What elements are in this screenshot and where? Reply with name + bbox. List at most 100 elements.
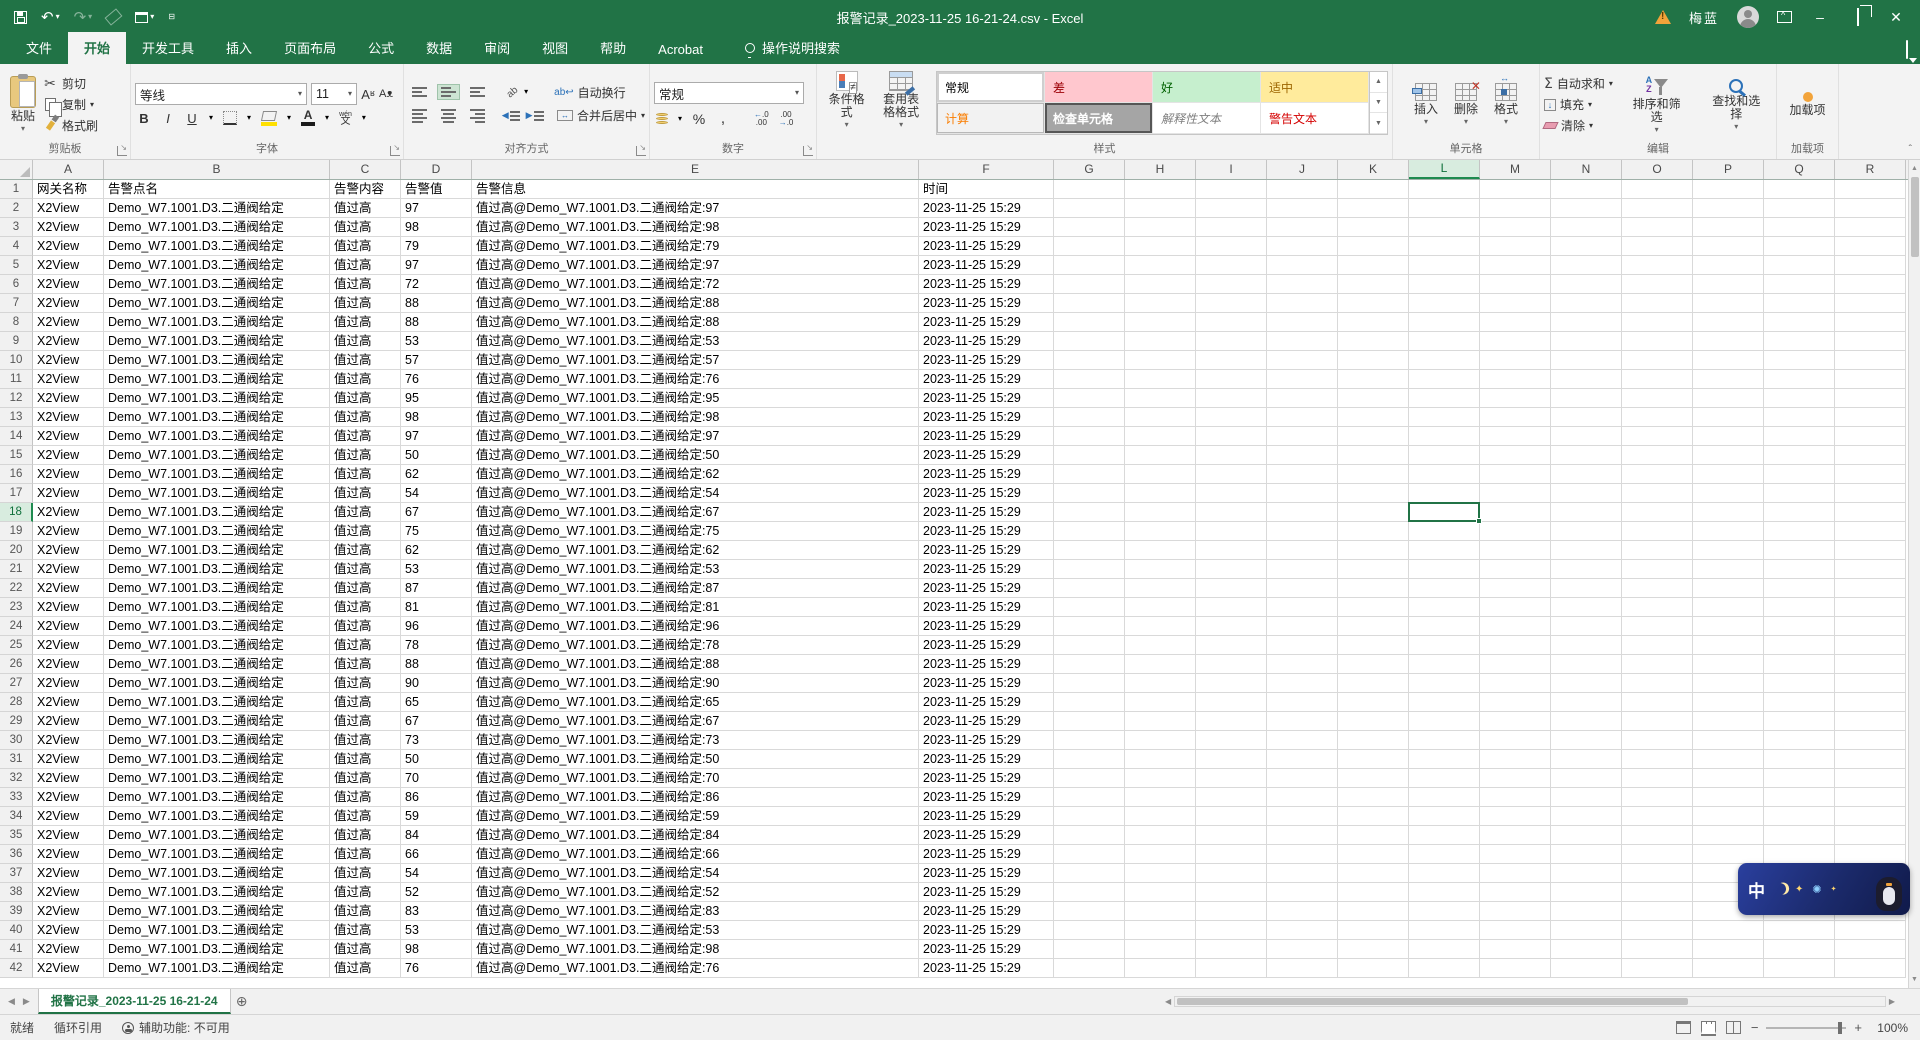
cell-H24[interactable]	[1125, 617, 1196, 636]
cell-M25[interactable]	[1480, 636, 1551, 655]
cell-R7[interactable]	[1835, 294, 1906, 313]
cell-A5[interactable]: X2View	[33, 256, 104, 275]
cell-C5[interactable]: 值过高	[330, 256, 401, 275]
row-header-23[interactable]: 23	[0, 598, 33, 617]
cell-G5[interactable]	[1054, 256, 1125, 275]
cell-A41[interactable]: X2View	[33, 940, 104, 959]
accounting-format-button[interactable]	[656, 113, 668, 124]
cell-I35[interactable]	[1196, 826, 1267, 845]
cell-R15[interactable]	[1835, 446, 1906, 465]
sheet-tab-active[interactable]: 报警记录_2023-11-25 16-21-24	[38, 989, 231, 1014]
cell-A20[interactable]: X2View	[33, 541, 104, 560]
cell-O41[interactable]	[1622, 940, 1693, 959]
cell-A7[interactable]: X2View	[33, 294, 104, 313]
scroll-left-arrow[interactable]: ◀	[1165, 997, 1171, 1006]
cell-H28[interactable]	[1125, 693, 1196, 712]
cell-J22[interactable]	[1267, 579, 1338, 598]
cell-G21[interactable]	[1054, 560, 1125, 579]
cell-N37[interactable]	[1551, 864, 1622, 883]
cell-P14[interactable]	[1693, 427, 1764, 446]
cell-E18[interactable]: 值过高@Demo_W7.1001.D3.二通阀给定:67	[472, 503, 919, 522]
percent-style-button[interactable]: %	[692, 111, 706, 127]
cell-I5[interactable]	[1196, 256, 1267, 275]
warning-icon[interactable]	[1655, 10, 1671, 24]
zoom-slider-thumb[interactable]	[1838, 1022, 1842, 1034]
cell-O14[interactable]	[1622, 427, 1693, 446]
cell-C29[interactable]: 值过高	[330, 712, 401, 731]
cell-K35[interactable]	[1338, 826, 1409, 845]
merge-center-button[interactable]: ↔合并后居中▾	[557, 107, 645, 124]
cell-K10[interactable]	[1338, 351, 1409, 370]
cell-H39[interactable]	[1125, 902, 1196, 921]
cell-Q34[interactable]	[1764, 807, 1835, 826]
cell-C1[interactable]: 告警内容	[330, 180, 401, 199]
cell-E40[interactable]: 值过高@Demo_W7.1001.D3.二通阀给定:53	[472, 921, 919, 940]
cell-J19[interactable]	[1267, 522, 1338, 541]
cell-C35[interactable]: 值过高	[330, 826, 401, 845]
redo-button[interactable]: ↷▾	[74, 10, 93, 25]
cell-P36[interactable]	[1693, 845, 1764, 864]
cell-J36[interactable]	[1267, 845, 1338, 864]
cell-I20[interactable]	[1196, 541, 1267, 560]
cell-F27[interactable]: 2023-11-25 15:29	[919, 674, 1054, 693]
cell-F12[interactable]: 2023-11-25 15:29	[919, 389, 1054, 408]
cell-B23[interactable]: Demo_W7.1001.D3.二通阀给定	[104, 598, 330, 617]
row-header-40[interactable]: 40	[0, 921, 33, 940]
circular-reference-status[interactable]: 循环引用	[44, 1019, 112, 1036]
cell-N21[interactable]	[1551, 560, 1622, 579]
row-header-34[interactable]: 34	[0, 807, 33, 826]
cell-D37[interactable]: 54	[401, 864, 472, 883]
cell-M21[interactable]	[1480, 560, 1551, 579]
cell-F9[interactable]: 2023-11-25 15:29	[919, 332, 1054, 351]
align-center-button[interactable]	[437, 106, 460, 126]
cell-O26[interactable]	[1622, 655, 1693, 674]
cell-C20[interactable]: 值过高	[330, 541, 401, 560]
cell-B41[interactable]: Demo_W7.1001.D3.二通阀给定	[104, 940, 330, 959]
cell-J28[interactable]	[1267, 693, 1338, 712]
cell-K4[interactable]	[1338, 237, 1409, 256]
cell-H7[interactable]	[1125, 294, 1196, 313]
cell-A10[interactable]: X2View	[33, 351, 104, 370]
cell-C18[interactable]: 值过高	[330, 503, 401, 522]
cell-G36[interactable]	[1054, 845, 1125, 864]
row-header-13[interactable]: 13	[0, 408, 33, 427]
cell-A28[interactable]: X2View	[33, 693, 104, 712]
cell-L40[interactable]	[1409, 921, 1480, 940]
cell-K21[interactable]	[1338, 560, 1409, 579]
cell-L33[interactable]	[1409, 788, 1480, 807]
cell-A32[interactable]: X2View	[33, 769, 104, 788]
scroll-down-arrow[interactable]: ▼	[1911, 971, 1918, 988]
cell-D1[interactable]: 告警值	[401, 180, 472, 199]
cell-G1[interactable]	[1054, 180, 1125, 199]
sort-filter-button[interactable]: AZ 排序和筛选▾	[1621, 73, 1693, 137]
cell-O36[interactable]	[1622, 845, 1693, 864]
cell-C7[interactable]: 值过高	[330, 294, 401, 313]
row-header-32[interactable]: 32	[0, 769, 33, 788]
cell-F31[interactable]: 2023-11-25 15:29	[919, 750, 1054, 769]
cell-R21[interactable]	[1835, 560, 1906, 579]
cell-L19[interactable]	[1409, 522, 1480, 541]
cell-H6[interactable]	[1125, 275, 1196, 294]
cell-E23[interactable]: 值过高@Demo_W7.1001.D3.二通阀给定:81	[472, 598, 919, 617]
cell-Q24[interactable]	[1764, 617, 1835, 636]
cell-B3[interactable]: Demo_W7.1001.D3.二通阀给定	[104, 218, 330, 237]
cell-O5[interactable]	[1622, 256, 1693, 275]
cell-M8[interactable]	[1480, 313, 1551, 332]
cell-R41[interactable]	[1835, 940, 1906, 959]
cell-I22[interactable]	[1196, 579, 1267, 598]
cell-F5[interactable]: 2023-11-25 15:29	[919, 256, 1054, 275]
cell-K36[interactable]	[1338, 845, 1409, 864]
cell-H11[interactable]	[1125, 370, 1196, 389]
cell-G6[interactable]	[1054, 275, 1125, 294]
cell-Q22[interactable]	[1764, 579, 1835, 598]
cell-F1[interactable]: 时间	[919, 180, 1054, 199]
cell-R12[interactable]	[1835, 389, 1906, 408]
row-header-26[interactable]: 26	[0, 655, 33, 674]
cell-D13[interactable]: 98	[401, 408, 472, 427]
cell-C13[interactable]: 值过高	[330, 408, 401, 427]
cell-K39[interactable]	[1338, 902, 1409, 921]
cell-N1[interactable]	[1551, 180, 1622, 199]
cell-M38[interactable]	[1480, 883, 1551, 902]
cell-F34[interactable]: 2023-11-25 15:29	[919, 807, 1054, 826]
cell-J37[interactable]	[1267, 864, 1338, 883]
